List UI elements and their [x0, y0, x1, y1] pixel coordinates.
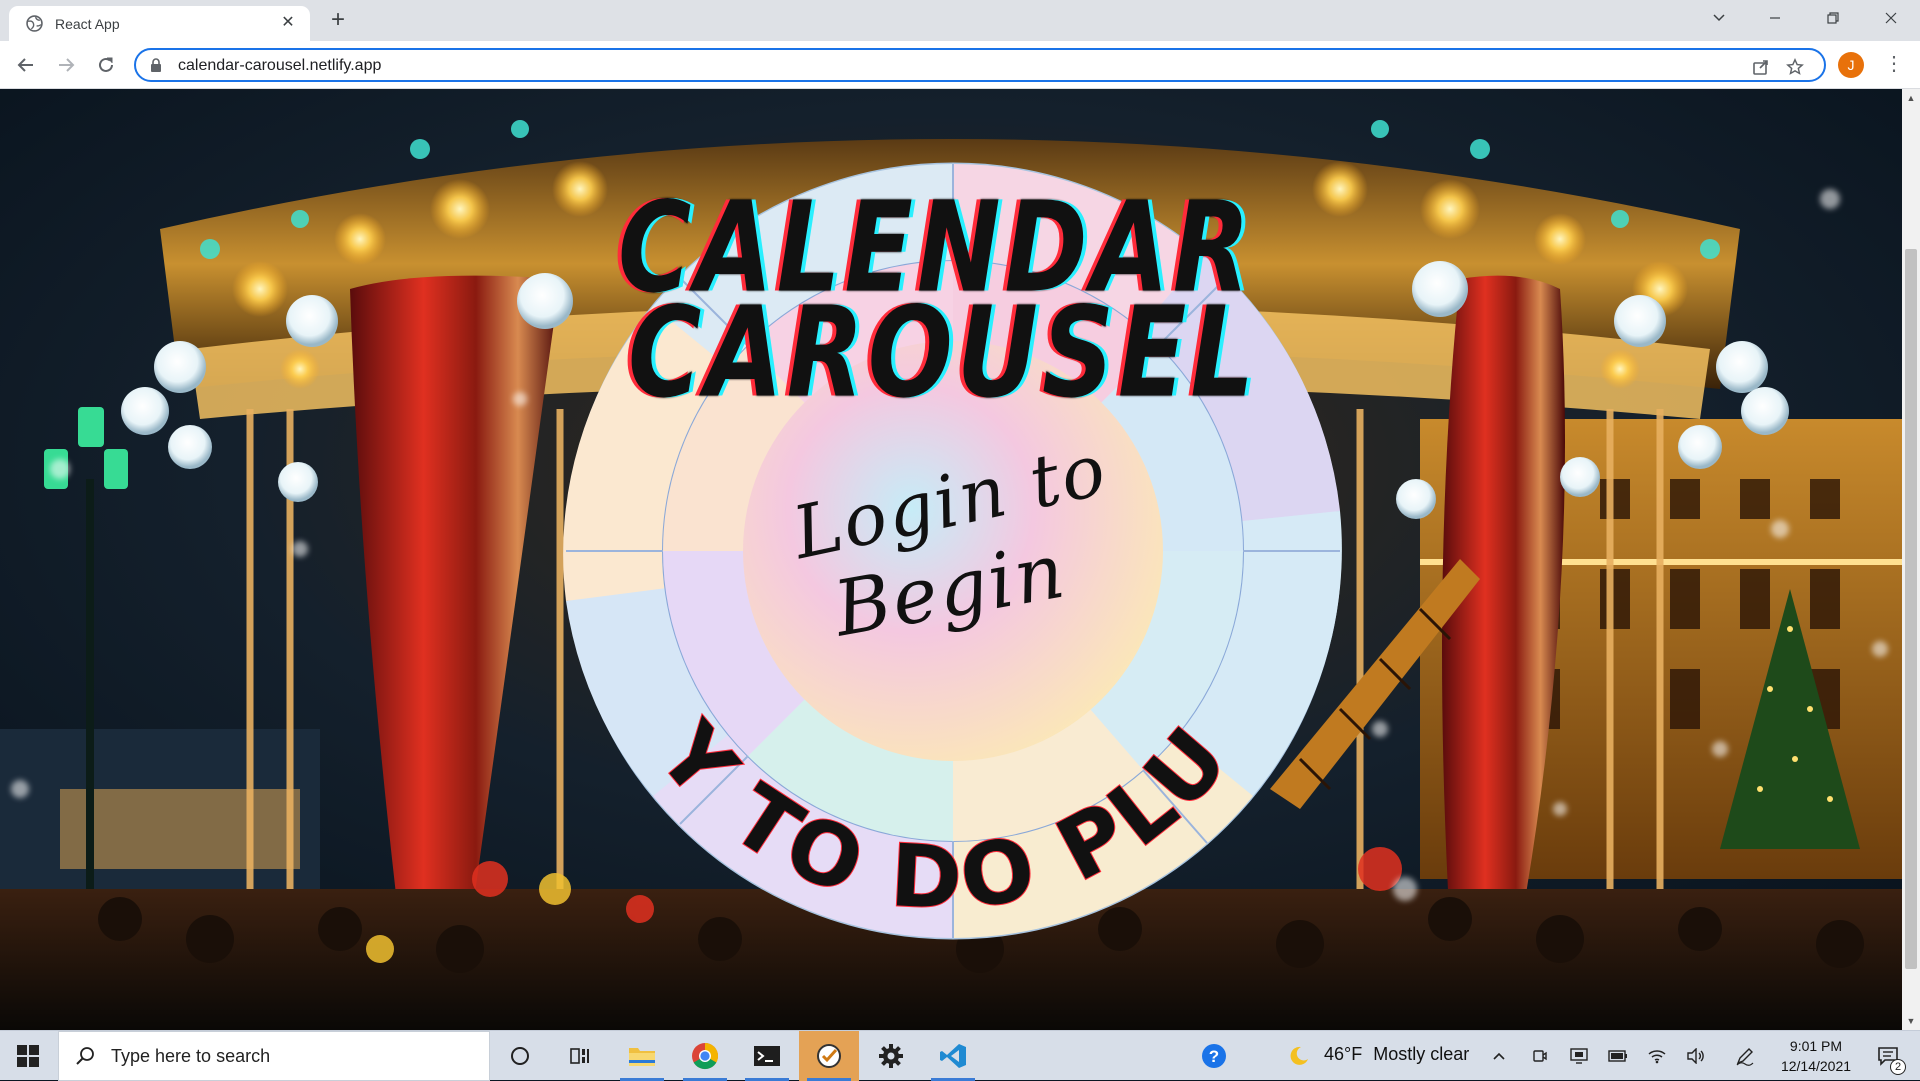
address-bar[interactable]: calendar-carousel.netlify.app	[134, 48, 1826, 82]
search-icon	[76, 1047, 94, 1065]
wifi-icon[interactable]	[1640, 1031, 1674, 1081]
footer-text-path: BY TO DO PLUS	[0, 89, 1246, 931]
help-button[interactable]: ?	[1194, 1031, 1234, 1081]
chrome-icon	[692, 1042, 718, 1070]
meet-camera-icon[interactable]	[1523, 1031, 1557, 1081]
vscode-icon	[940, 1044, 966, 1068]
reload-button[interactable]	[90, 49, 122, 81]
footer-text: BY TO DO PLUS	[0, 89, 1251, 930]
folder-icon	[629, 1048, 655, 1066]
weather-desc: Mostly clear	[1373, 1044, 1470, 1064]
reload-icon	[99, 57, 113, 72]
start-button[interactable]	[0, 1031, 56, 1081]
bookmark-star-icon[interactable]	[1784, 56, 1806, 78]
weather-moon-icon[interactable]	[1282, 1031, 1316, 1081]
profile-avatar[interactable]: J	[1838, 52, 1864, 78]
globe-icon	[26, 15, 43, 32]
task-view-icon	[570, 1048, 589, 1064]
settings-button[interactable]	[861, 1031, 921, 1081]
terminal-button[interactable]	[737, 1031, 797, 1081]
weather-temp: 46°F	[1324, 1044, 1363, 1064]
cortana-icon	[511, 1047, 529, 1065]
windows-logo-icon	[17, 1045, 39, 1067]
weather-widget[interactable]: 46°F Mostly clear	[1324, 1044, 1469, 1065]
tab-search-icon[interactable]	[1696, 0, 1742, 36]
share-icon[interactable]	[1750, 56, 1772, 78]
vscode-button[interactable]	[923, 1031, 983, 1081]
arrow-right-icon	[59, 58, 75, 72]
svg-text:?: ?	[1209, 1047, 1219, 1066]
terminal-icon	[754, 1046, 780, 1066]
lock-icon[interactable]	[150, 58, 162, 72]
battery-icon[interactable]	[1601, 1031, 1635, 1081]
browser-tab[interactable]: React App ✕	[9, 6, 310, 41]
close-tab-icon[interactable]: ✕	[278, 13, 298, 33]
task-view-button[interactable]	[550, 1031, 610, 1081]
clock-date: 12/14/2021	[1780, 1058, 1852, 1074]
gear-icon	[879, 1044, 903, 1068]
back-button[interactable]	[10, 49, 42, 81]
close-window-button[interactable]	[1868, 0, 1914, 36]
arrow-left-icon	[17, 58, 33, 72]
clock-time: 9:01 PM	[1789, 1038, 1843, 1054]
scroll-up-icon[interactable]: ▲	[1906, 93, 1916, 103]
forward-button[interactable]	[50, 49, 82, 81]
url-text[interactable]: calendar-carousel.netlify.app	[178, 57, 381, 75]
display-projection-icon[interactable]	[1562, 1031, 1596, 1081]
search-placeholder: Type here to search	[111, 1046, 271, 1066]
minimize-button[interactable]	[1752, 0, 1798, 36]
more-menu-icon[interactable]: ⋮	[1884, 53, 1904, 77]
tab-title: React App	[55, 16, 120, 32]
tab-strip: React App ✕ +	[0, 0, 1920, 41]
page-viewport: CALENDAR CAROUSEL Login to Begin BY TO D…	[0, 89, 1902, 1030]
restore-button[interactable]	[1810, 0, 1856, 36]
taskbar-search[interactable]: Type here to search	[58, 1031, 490, 1081]
cortana-button[interactable]	[490, 1031, 550, 1081]
scroll-down-icon[interactable]: ▼	[1906, 1016, 1916, 1026]
page-scrollbar[interactable]: ▲ ▼	[1902, 89, 1920, 1030]
todo-app-button[interactable]	[799, 1031, 859, 1081]
scrollbar-thumb[interactable]	[1905, 249, 1917, 969]
new-tab-button[interactable]: +	[324, 6, 352, 34]
footer-curve: BY TO DO PLUS	[0, 89, 1251, 931]
windows-taskbar: Type here to search ? 46°F Mostly clear …	[0, 1030, 1920, 1081]
chevron-up-icon[interactable]	[1482, 1031, 1516, 1081]
todo-checklist-icon	[817, 1044, 841, 1068]
file-explorer-button[interactable]	[612, 1031, 672, 1081]
notification-center-button[interactable]: 2	[1866, 1031, 1910, 1081]
pen-workspace-icon[interactable]	[1728, 1031, 1762, 1081]
notification-count: 2	[1890, 1059, 1906, 1075]
volume-icon[interactable]	[1679, 1031, 1713, 1081]
system-clock[interactable]: 9:01 PM 12/14/2021	[1770, 1036, 1862, 1076]
chrome-button[interactable]	[675, 1031, 735, 1081]
help-icon: ?	[1202, 1044, 1226, 1068]
browser-toolbar: calendar-carousel.netlify.app J ⋮	[0, 41, 1920, 89]
